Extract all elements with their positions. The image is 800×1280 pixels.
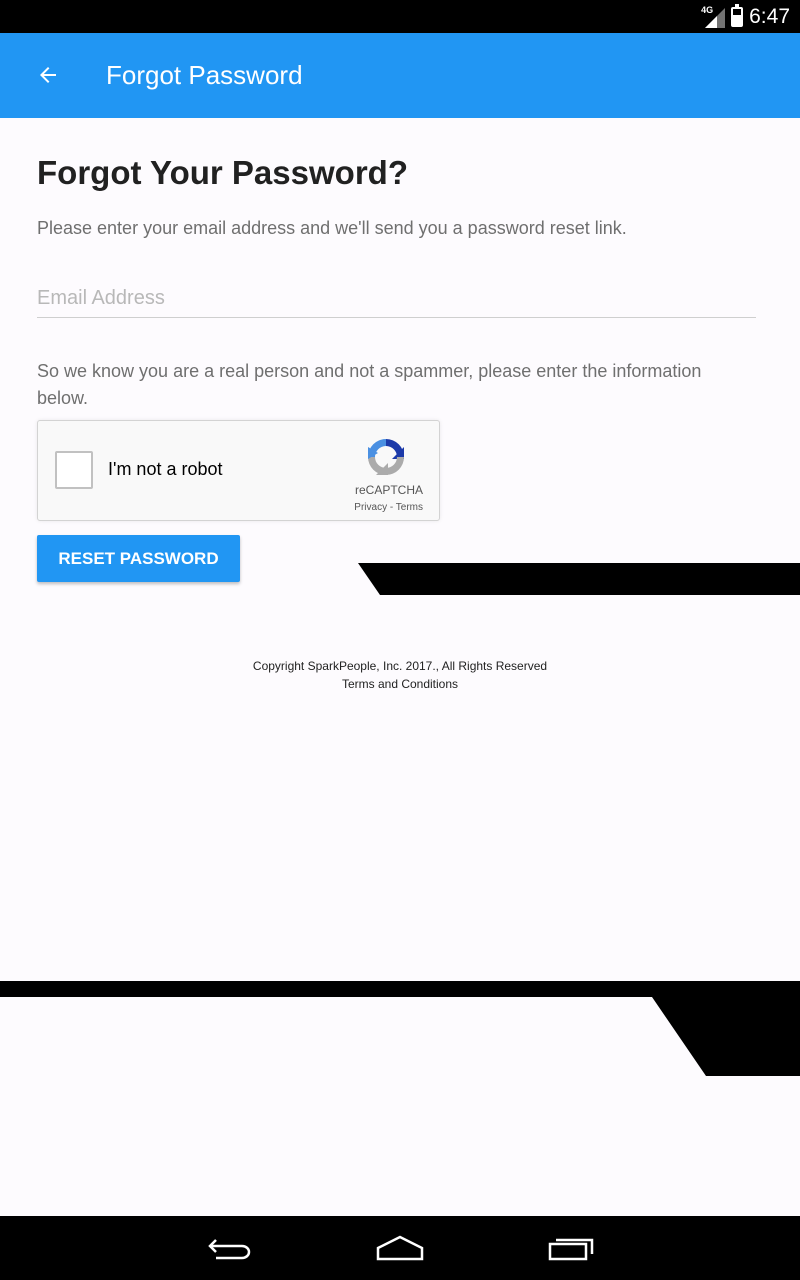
- nav-recents-button[interactable]: [541, 1228, 601, 1268]
- network-type: 4G: [701, 5, 714, 15]
- nav-home-button[interactable]: [370, 1228, 430, 1268]
- spam-notice: So we know you are a real person and not…: [37, 361, 702, 408]
- app-bar-title: Forgot Password: [106, 60, 303, 90]
- terms-link[interactable]: Terms and Conditions: [0, 675, 800, 693]
- nav-recents-icon: [548, 1238, 594, 1261]
- render-artifact-top: [358, 563, 800, 595]
- nav-bar: [0, 1216, 800, 1280]
- status-time: 6:47: [749, 5, 790, 28]
- screen: 4G 6:47 Forgot Password Forgot Your Pass…: [0, 0, 800, 1280]
- app-bar: Forgot Password: [0, 33, 800, 118]
- nav-home-icon: [376, 1235, 424, 1261]
- recaptcha-widget: I'm not a robot reCAPTCHA Privacy - Term…: [37, 420, 440, 521]
- copyright-text: Copyright SparkPeople, Inc. 2017., All R…: [252, 659, 548, 673]
- recaptcha-logo-icon: [368, 439, 404, 475]
- recaptcha-label: I'm not a robot: [108, 459, 223, 479]
- recaptcha-brand: reCAPTCHA: [354, 483, 423, 497]
- nav-back-icon: [208, 1239, 251, 1260]
- email-field[interactable]: [37, 280, 756, 318]
- recaptcha-checkbox[interactable]: [55, 451, 93, 489]
- intro-text: Please enter your email address and we'l…: [37, 218, 627, 238]
- status-bar: 4G 6:47: [0, 0, 800, 33]
- status-icons: 4G 6:47: [701, 4, 790, 30]
- arrow-left-icon: [40, 67, 56, 83]
- battery-icon: [731, 4, 744, 27]
- recaptcha-privacy-terms-link[interactable]: Privacy - Terms: [354, 502, 423, 513]
- page-title: Forgot Your Password?: [37, 154, 408, 191]
- signal-icon: 4G: [701, 5, 726, 28]
- render-artifact-bottom: [0, 981, 800, 1076]
- reset-password-button[interactable]: RESET PASSWORD: [37, 535, 240, 582]
- back-button[interactable]: [28, 55, 68, 95]
- footer: Copyright SparkPeople, Inc. 2017., All R…: [0, 657, 800, 693]
- nav-back-button[interactable]: [200, 1228, 260, 1268]
